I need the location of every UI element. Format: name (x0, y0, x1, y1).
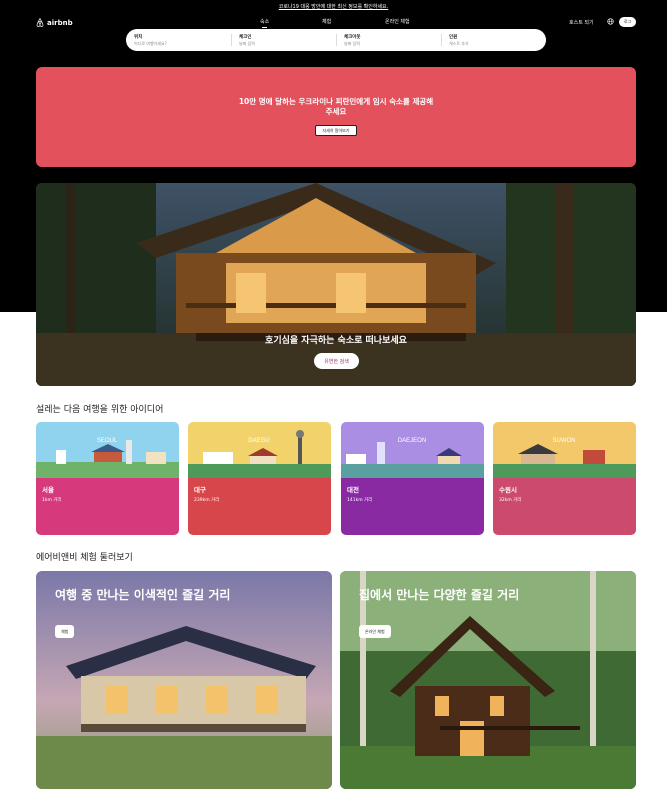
forest-cabin-image (340, 571, 636, 789)
ukraine-banner: 10만 명에 달하는 우크라이나 피란민에게 임시 숙소를 제공해주세요 자세히… (36, 67, 636, 167)
search-field-placeholder: 게스트 추가 (449, 41, 469, 46)
suwon-label: SUWON (553, 438, 576, 444)
experience-button[interactable]: 체험 (55, 625, 75, 638)
search-field-label: 인원 (449, 35, 458, 40)
experience-title: 여행 중 만나는 이색적인 즐길 거리 (55, 588, 231, 602)
daegu-label: DAEGU (248, 438, 269, 444)
banner-title: 10만 명에 달하는 우크라이나 피란민에게 임시 숙소를 제공해주세요 (238, 97, 434, 116)
search-field-checkin[interactable]: 체크인 날짜 입력 (231, 29, 336, 51)
search-field-label: 위치 (134, 35, 143, 40)
daegu-illustration: DAEGU (188, 422, 331, 478)
search-field-label: 체크인 (239, 35, 252, 40)
destination-city: 대전 (347, 486, 359, 494)
become-host-link[interactable]: 호스트 되기 (569, 19, 594, 26)
destination-city: 대구 (194, 486, 206, 494)
hero-caption: 호기심을 자극하는 숙소로 떠나보세요 (265, 336, 407, 346)
seoul-illustration: SEOUL (36, 422, 179, 478)
learn-more-button[interactable]: 자세히 알아보기 (315, 125, 357, 136)
destination-card-suwon[interactable]: SUWON 수원시 32km 거리 (493, 422, 636, 535)
seoul-label: SEOUL (97, 438, 118, 444)
destination-city: 수원시 (499, 486, 517, 494)
search-field-location[interactable]: 위치 어디로 여행가세요? (126, 29, 231, 51)
search-field-checkout[interactable]: 체크아웃 날짜 입력 (336, 29, 441, 51)
search-field-placeholder: 날짜 입력 (344, 41, 360, 46)
destination-illustration: DAEGU (188, 422, 331, 478)
experiences-section-title: 에어비앤비 체험 둘러보기 (36, 553, 133, 563)
destination-illustration: SUWON (493, 422, 636, 478)
flexible-search-button[interactable]: 유연한 검색 (314, 353, 359, 369)
hanok-image (36, 571, 332, 789)
search-bar[interactable]: 위치 어디로 여행가세요? 체크인 날짜 입력 체크아웃 날짜 입력 인원 게스… (126, 29, 546, 51)
destination-distance: 32km 거리 (499, 498, 522, 503)
destination-card-seoul[interactable]: SEOUL 서울 1km 거리 (36, 422, 179, 535)
destination-city: 서울 (42, 486, 54, 494)
search-field-label: 체크아웃 (344, 35, 361, 40)
destination-distance: 141km 거리 (347, 498, 373, 503)
top-nav: 숙소 체험 온라인 체험 (0, 18, 667, 28)
daejeon-illustration: DAEJEON (341, 422, 484, 478)
destination-illustration: SEOUL (36, 422, 179, 478)
experience-button[interactable]: 온라인 체험 (359, 625, 391, 638)
destination-distance: 1km 거리 (42, 498, 62, 503)
search-field-guests[interactable]: 인원 게스트 추가 (441, 29, 546, 51)
destination-info: 서울 1km 거리 (36, 478, 179, 535)
covid-notice-link[interactable]: 코로나19 대응 방안에 대한 최신 정보를 확인하세요. (0, 3, 667, 10)
experience-card-offline[interactable]: 여행 중 만나는 이색적인 즐길 거리 체험 (36, 571, 332, 789)
experience-card-online[interactable]: 집에서 만나는 다양한 즐길 거리 온라인 체험 (340, 571, 636, 789)
destination-distance: 239km 거리 (194, 498, 220, 503)
destination-illustration: DAEJEON (341, 422, 484, 478)
search-field-placeholder: 날짜 입력 (239, 41, 255, 46)
globe-icon[interactable] (607, 18, 614, 25)
daejeon-label: DAEJEON (398, 438, 426, 444)
ideas-section-title: 설레는 다음 여행을 위한 아이디어 (36, 405, 164, 415)
destination-card-daejeon[interactable]: DAEJEON 대전 141km 거리 (341, 422, 484, 535)
tab-experiences[interactable]: 체험 (322, 18, 331, 25)
tab-stays[interactable]: 숙소 (260, 18, 269, 28)
user-menu-button[interactable]: 로그 (619, 17, 636, 27)
suwon-illustration: SUWON (493, 422, 636, 478)
destination-info: 대구 239km 거리 (188, 478, 331, 535)
experience-title: 집에서 만나는 다양한 즐길 거리 (359, 588, 520, 602)
destination-info: 대전 141km 거리 (341, 478, 484, 535)
hero-section: 호기심을 자극하는 숙소로 떠나보세요 유연한 검색 (36, 183, 636, 386)
destination-card-daegu[interactable]: DAEGU 대구 239km 거리 (188, 422, 331, 535)
tab-online-experiences[interactable]: 온라인 체험 (385, 18, 410, 25)
destination-info: 수원시 32km 거리 (493, 478, 636, 535)
search-field-placeholder: 어디로 여행가세요? (134, 41, 167, 46)
